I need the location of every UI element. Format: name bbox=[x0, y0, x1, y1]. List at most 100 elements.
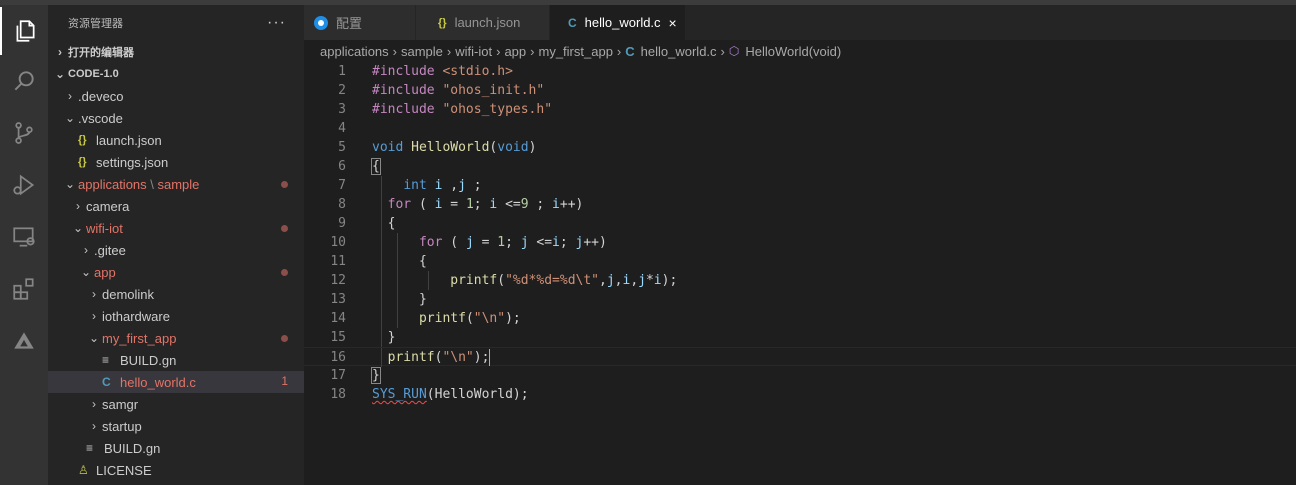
code-line[interactable]: 17} bbox=[304, 366, 1296, 385]
chevron-down-icon: ⌄ bbox=[80, 265, 92, 279]
tree-item-label: startup bbox=[102, 418, 142, 434]
tree-item-label: .deveco bbox=[78, 88, 124, 104]
line-number: 8 bbox=[338, 197, 346, 212]
tree-folder[interactable]: ⌄ applications \ sample bbox=[48, 173, 304, 195]
tree-folder[interactable]: ⌄ .vscode bbox=[48, 107, 304, 129]
code-text: } bbox=[371, 366, 381, 385]
workspace-section[interactable]: ⌄ CODE-1.0 bbox=[48, 63, 304, 85]
code-line[interactable]: 18 SYS_RUN(HelloWorld); bbox=[304, 385, 1296, 404]
code-line[interactable]: 13 } bbox=[304, 290, 1296, 309]
chevron-right-icon: › bbox=[76, 199, 80, 213]
explorer-icon[interactable] bbox=[0, 7, 48, 55]
code-line[interactable]: 1 #include <stdio.h> bbox=[304, 62, 1296, 81]
tab-label: launch.json bbox=[454, 15, 521, 30]
chevron-right-icon: › bbox=[530, 43, 535, 59]
code-token: ; bbox=[528, 197, 553, 212]
code-token: ; bbox=[473, 197, 490, 212]
tree-file[interactable]: ♙ LICENSE bbox=[48, 459, 304, 481]
tree-item-label: .vscode bbox=[78, 110, 123, 126]
tree-folder[interactable]: › iothardware bbox=[48, 305, 304, 327]
breadcrumb-item[interactable]: sample bbox=[401, 44, 443, 59]
tree-file[interactable]: ≡ BUILD.gn bbox=[48, 437, 304, 459]
code-line[interactable]: 6{ bbox=[304, 157, 1296, 176]
code-token: ) bbox=[528, 140, 537, 155]
tree-item-label: settings.json bbox=[96, 154, 169, 170]
tree-folder[interactable]: › samgr bbox=[48, 393, 304, 415]
code-line[interactable]: 5 void HelloWorld(void) bbox=[304, 138, 1296, 157]
tree-item-label: sample bbox=[157, 176, 200, 192]
code-token: #include bbox=[372, 102, 435, 117]
chevron-right-icon: › bbox=[392, 43, 397, 59]
extensions-icon[interactable] bbox=[0, 265, 48, 313]
line-number: 15 bbox=[330, 330, 346, 345]
code-token: ); bbox=[661, 273, 678, 288]
explorer-sidebar: 资源管理器 ··· › 打开的编辑器 ⌄ CODE-1.0 › .deveco ⌄.… bbox=[48, 5, 304, 485]
code-line[interactable]: 4 bbox=[304, 119, 1296, 138]
breadcrumb-file[interactable]: hello_world.c bbox=[641, 44, 717, 59]
breadcrumb-item[interactable]: my_first_app bbox=[539, 44, 613, 59]
code-line[interactable]: 15 } bbox=[304, 328, 1296, 347]
tree-file[interactable]: {} settings.json bbox=[48, 151, 304, 173]
tree-file[interactable]: ≡ BUILD.gn bbox=[48, 349, 304, 371]
deveco-icon[interactable] bbox=[0, 317, 48, 365]
more-actions-icon[interactable]: ··· bbox=[267, 14, 286, 32]
tree-folder[interactable]: › .gitee bbox=[48, 239, 304, 261]
code-token: 9 bbox=[520, 197, 529, 212]
tree-folder[interactable]: › .deveco bbox=[48, 85, 304, 107]
code-token: #include bbox=[372, 64, 435, 79]
code-text: printf("\n"); bbox=[372, 309, 521, 328]
code-token: { bbox=[372, 216, 396, 231]
tree-file[interactable]: Chello_world.c 1 bbox=[48, 371, 304, 393]
code-line[interactable]: 11 { bbox=[304, 252, 1296, 271]
code-token: j bbox=[638, 273, 646, 288]
tree-item-label: LICENSE bbox=[96, 462, 152, 478]
tree-folder[interactable]: ⌄ app bbox=[48, 261, 304, 283]
tab-hello-world-c[interactable]: C hello_world.c × bbox=[550, 5, 686, 40]
tree-folder[interactable]: › camera bbox=[48, 195, 304, 217]
code-line[interactable]: 2 #include "ohos_init.h" bbox=[304, 81, 1296, 100]
code-line[interactable]: 8 for ( i = 1; i <=9 ; i++) bbox=[304, 195, 1296, 214]
source-control-icon[interactable] bbox=[0, 109, 48, 157]
code-line[interactable]: 9 { bbox=[304, 214, 1296, 233]
code-text: #include "ohos_init.h" bbox=[372, 81, 544, 100]
tree-folder[interactable]: › demolink bbox=[48, 283, 304, 305]
tab-launch-json[interactable]: {} launch.json bbox=[416, 5, 550, 40]
line-number: 17 bbox=[330, 368, 346, 383]
code-token: ( bbox=[465, 311, 474, 326]
build-file-icon: ≡ bbox=[86, 441, 94, 455]
code-token: j bbox=[465, 235, 474, 250]
close-icon[interactable]: × bbox=[669, 15, 677, 31]
code-token: "\n" bbox=[442, 350, 474, 365]
tree-folder[interactable]: › startup bbox=[48, 415, 304, 437]
code-line[interactable]: 16 printf("\n"); bbox=[304, 347, 1296, 367]
json-icon: {} bbox=[438, 16, 447, 29]
code-line[interactable]: 12 printf("%d*%d=%d\t",j,i,j*i); bbox=[304, 271, 1296, 290]
code-line[interactable]: 7 int i ,j ; bbox=[304, 176, 1296, 195]
code-line[interactable]: 3 #include "ohos_types.h" bbox=[304, 100, 1296, 119]
remote-explorer-icon[interactable] bbox=[0, 213, 48, 261]
open-editors-section[interactable]: › 打开的编辑器 bbox=[48, 41, 304, 63]
c-file-icon: C bbox=[625, 43, 635, 59]
tree-file[interactable]: {} launch.json bbox=[48, 129, 304, 151]
code-token: printf bbox=[450, 273, 498, 288]
breadcrumb-item[interactable]: applications bbox=[320, 44, 389, 59]
tree-folder[interactable]: ⌄ wifi-iot bbox=[48, 217, 304, 239]
tree-item-label: .gitee bbox=[94, 242, 126, 258]
breadcrumb-item[interactable]: wifi-iot bbox=[455, 44, 492, 59]
search-icon[interactable] bbox=[0, 57, 48, 105]
code-line[interactable]: 10 for ( j = 1; j <=i; j++) bbox=[304, 233, 1296, 252]
code-token: 1 bbox=[465, 197, 474, 212]
run-debug-icon[interactable] bbox=[0, 161, 48, 209]
code-text: #include <stdio.h> bbox=[372, 62, 513, 81]
line-number: 14 bbox=[330, 311, 346, 326]
code-line[interactable]: 14 printf("\n"); bbox=[304, 309, 1296, 328]
code-editor[interactable]: 1 #include <stdio.h> 2 #include "ohos_init.… bbox=[304, 62, 1296, 485]
problem-count-badge: 1 bbox=[281, 374, 288, 388]
tab-config[interactable]: 配置 bbox=[304, 5, 416, 40]
breadcrumb-item[interactable]: app bbox=[504, 44, 526, 59]
breadcrumb-symbol[interactable]: HelloWorld(void) bbox=[745, 44, 841, 59]
tree-folder[interactable]: ⌄ my_first_app bbox=[48, 327, 304, 349]
